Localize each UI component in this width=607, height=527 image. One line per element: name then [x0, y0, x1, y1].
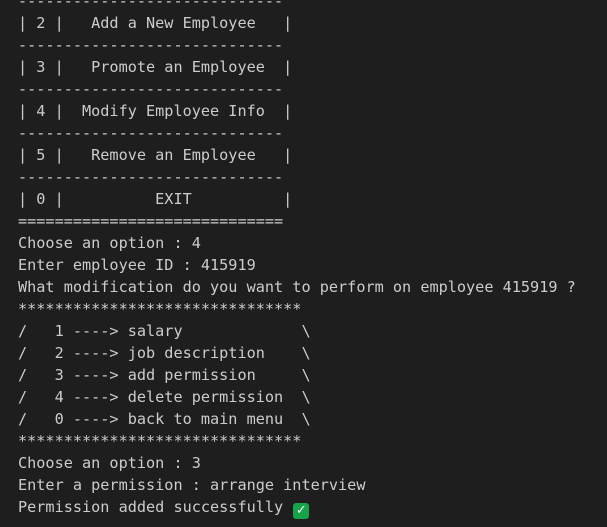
menu-separator: ----------------------------- — [18, 0, 284, 10]
submenu-item-back: / 0 ----> back to main menu \ — [18, 410, 311, 428]
submenu-item-delete-permission: / 4 ----> delete permission \ — [18, 388, 311, 406]
option-prompt: Choose an option : 3 — [18, 454, 201, 472]
success-message: Permission added successfully — [18, 498, 293, 516]
menu-item-modify-employee: | 4 | Modify Employee Info | — [18, 102, 293, 120]
permission-prompt: Enter a permission : arrange interview — [18, 476, 366, 494]
submenu-item-job-description: / 2 ----> job description \ — [18, 344, 311, 362]
menu-item-add-employee: | 2 | Add a New Employee | — [18, 14, 293, 32]
employee-id-prompt: Enter employee ID : 415919 — [18, 256, 256, 274]
submenu-item-add-permission: / 3 ----> add permission \ — [18, 366, 311, 384]
option-prompt: Choose an option : 4 — [18, 234, 201, 252]
menu-item-promote-employee: | 3 | Promote an Employee | — [18, 58, 293, 76]
menu-separator: ----------------------------- — [18, 80, 284, 98]
menu-separator: ----------------------------- — [18, 36, 284, 54]
success-message-line: Permission added successfully ✓ — [18, 496, 607, 519]
menu-separator: ----------------------------- — [18, 124, 284, 142]
menu-item-remove-employee: | 5 | Remove an Employee | — [18, 146, 293, 164]
check-mark-icon: ✓ — [293, 503, 310, 519]
submenu-bottom-border: ******************************* — [18, 432, 302, 450]
menu-bottom-border: ============================= — [18, 212, 284, 230]
terminal-output[interactable]: ----------------------------- | 2 | Add … — [0, 0, 607, 519]
menu-item-exit: | 0 | EXIT | — [18, 190, 293, 208]
menu-separator: ----------------------------- — [18, 168, 284, 186]
submenu-item-salary: / 1 ----> salary \ — [18, 322, 311, 340]
submenu-top-border: ******************************* — [18, 300, 302, 318]
modification-question: What modification do you want to perform… — [18, 278, 576, 296]
